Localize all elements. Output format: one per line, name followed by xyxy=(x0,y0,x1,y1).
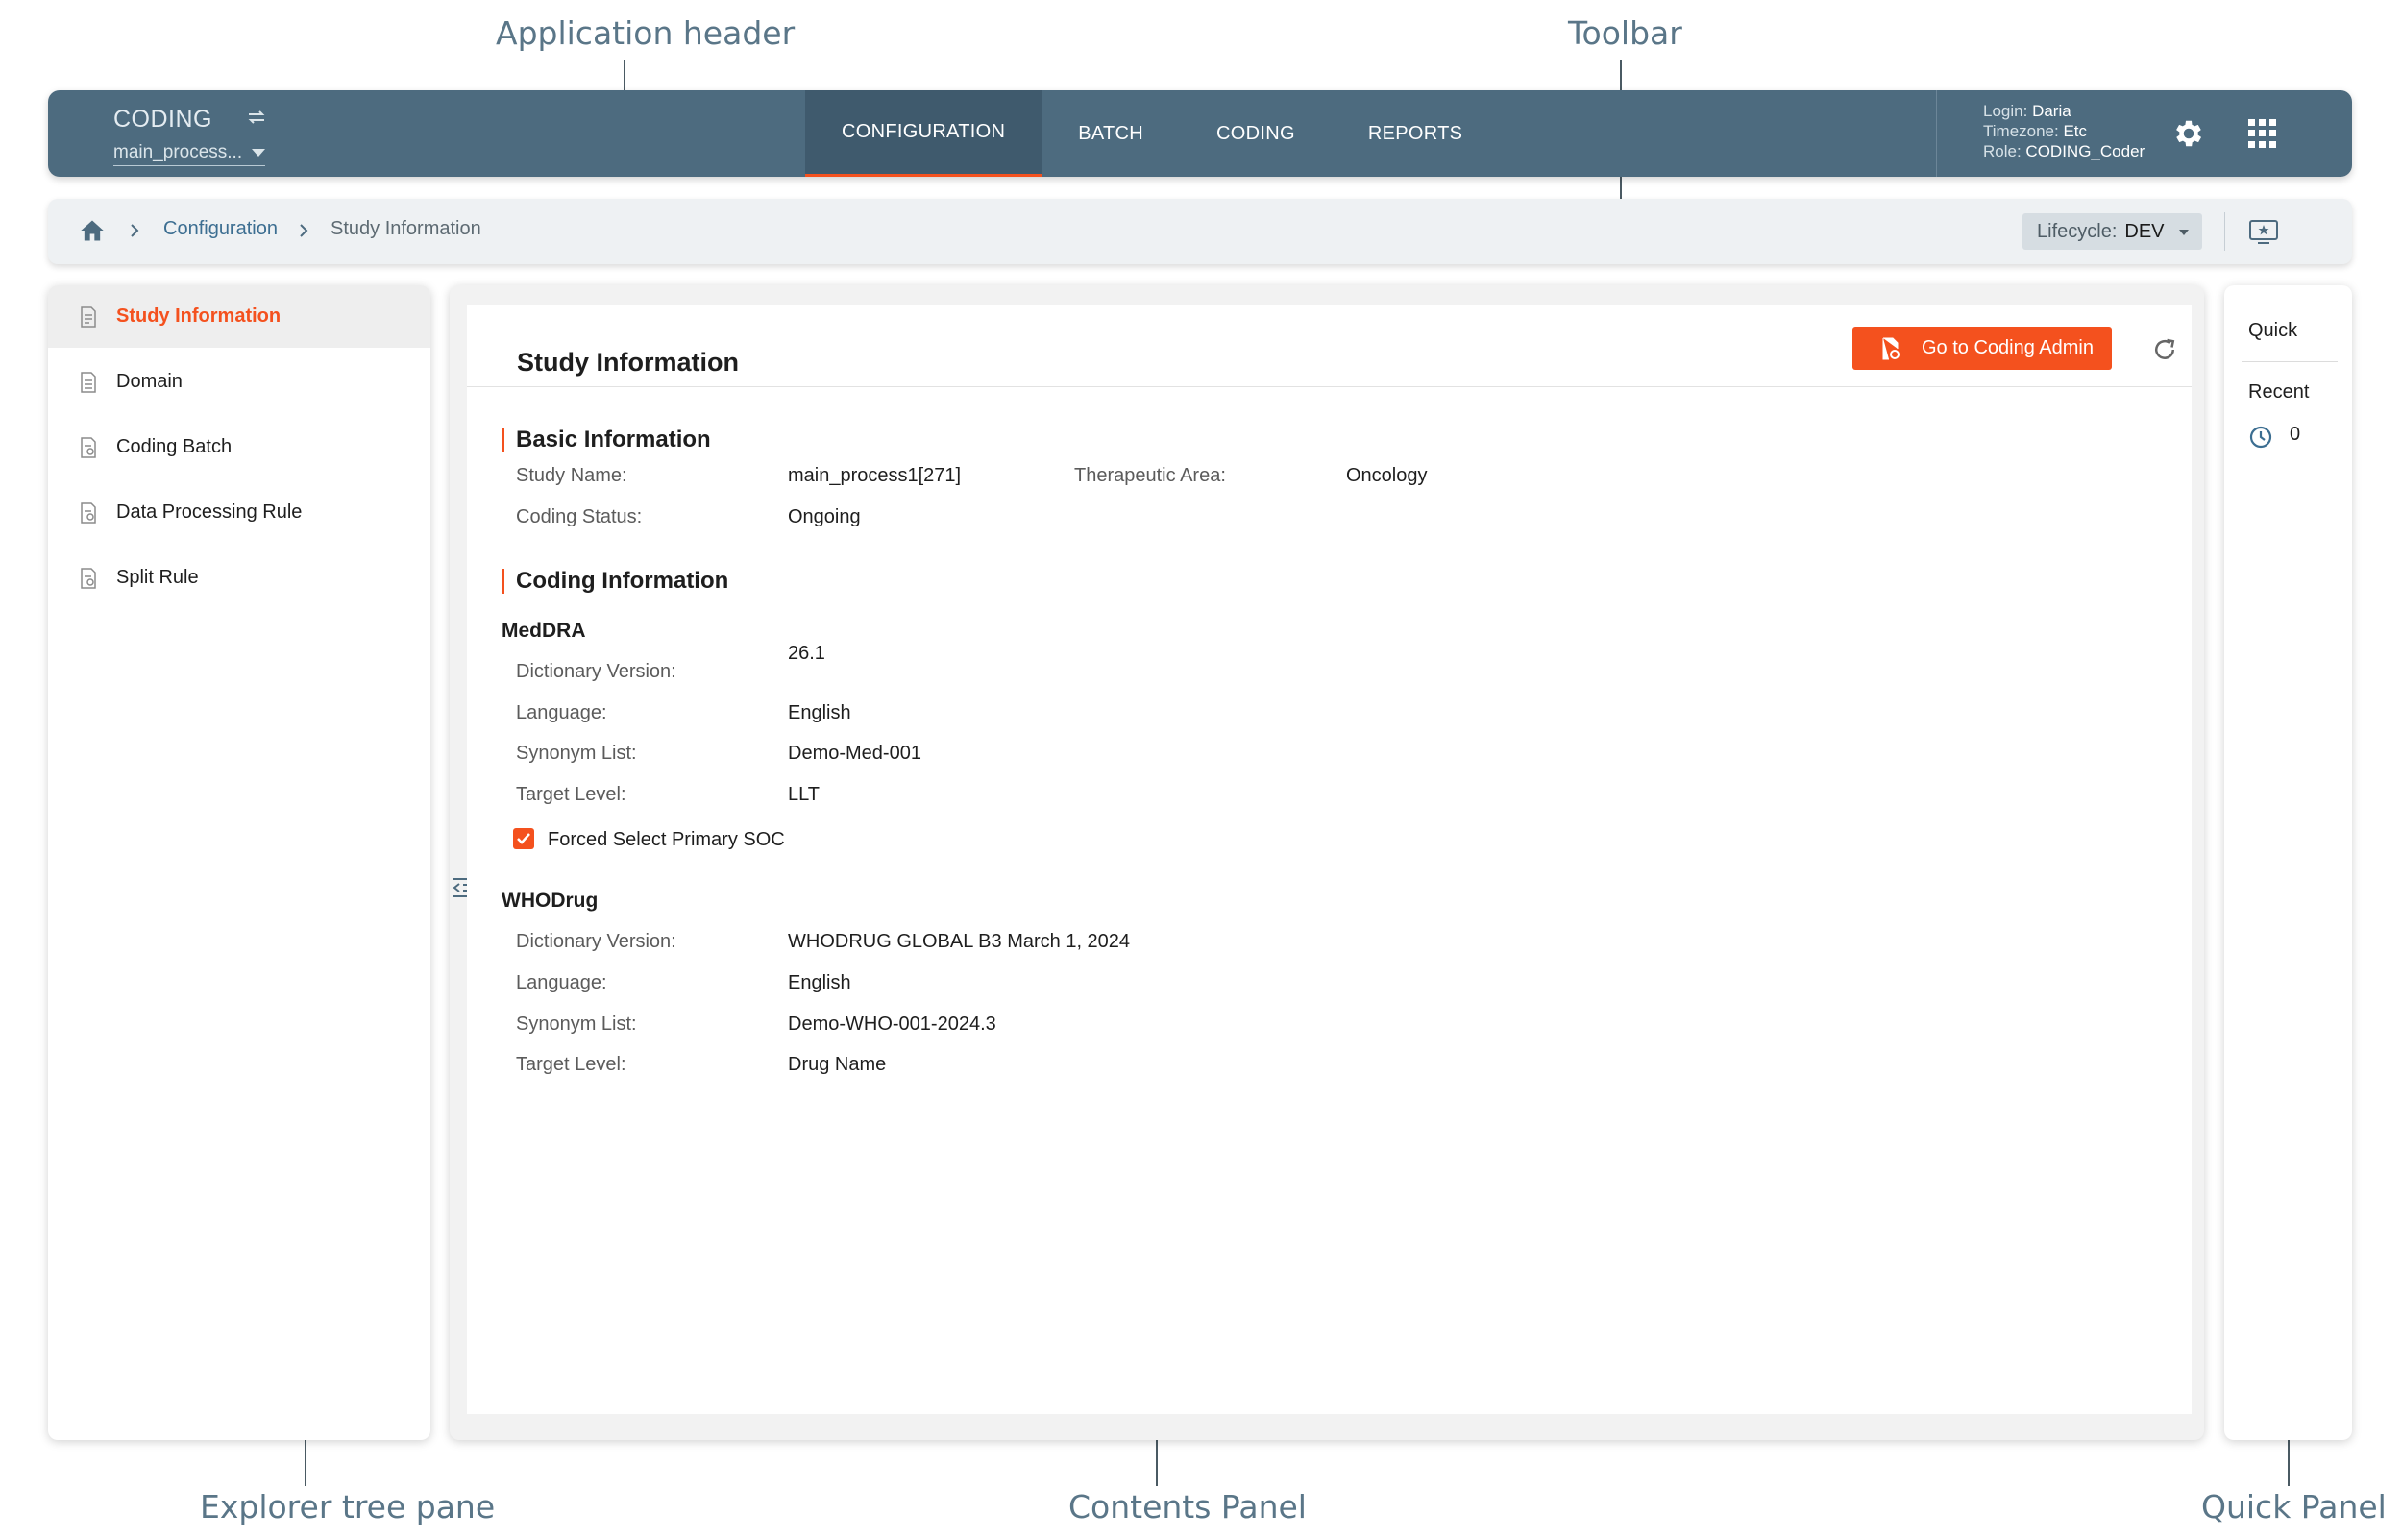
annotation-contents-panel: Contents Panel xyxy=(1068,1488,1307,1526)
whodrug-target-level-label: Target Level: xyxy=(516,1054,626,1075)
timezone-value: Etc xyxy=(2063,122,2088,140)
study-name-label: Study Name: xyxy=(516,465,627,486)
document-settings-icon xyxy=(81,436,96,458)
coding-status-label: Coding Status: xyxy=(516,506,643,527)
annotation-quick-panel: Quick Panel xyxy=(2201,1488,2387,1526)
meddra-target-level-label: Target Level: xyxy=(516,784,626,805)
quick-panel: Quick Recent 0 xyxy=(2224,285,2352,1440)
gear-icon[interactable] xyxy=(2171,116,2206,151)
tab-batch[interactable]: BATCH xyxy=(1042,90,1180,177)
coding-status-value: Ongoing xyxy=(788,506,861,527)
whodrug-target-level-value: Drug Name xyxy=(788,1054,887,1075)
meddra-synonym-list-value: Demo-Med-001 xyxy=(788,743,921,764)
timezone-label: Timezone: xyxy=(1983,122,2059,140)
app-name: CODING xyxy=(113,106,212,133)
study-selector-label: main_process... xyxy=(113,142,243,162)
tree-item-label: Split Rule xyxy=(116,567,199,588)
quick-tab[interactable]: Quick xyxy=(2248,320,2297,342)
role-label: Role: xyxy=(1983,142,2022,160)
annotation-explorer-tree-pane: Explorer tree pane xyxy=(200,1488,496,1526)
login-label: Login: xyxy=(1983,102,2028,120)
chevron-right-icon xyxy=(300,224,308,237)
main-nav: CONFIGURATION BATCH CODING REPORTS xyxy=(805,90,1499,177)
clock-icon xyxy=(2249,426,2272,449)
go-to-coding-admin-button[interactable]: Go to Coding Admin xyxy=(1852,327,2112,370)
therapeutic-area-value: Oncology xyxy=(1346,465,1428,486)
study-selector[interactable]: main_process... xyxy=(113,142,266,166)
lifecycle-value: DEV xyxy=(2124,221,2165,242)
chevron-down-icon xyxy=(2179,230,2189,235)
document-settings-icon xyxy=(81,567,96,589)
tree-item-coding-batch[interactable]: Coding Batch xyxy=(48,416,430,478)
whodrug-synonym-list-label: Synonym List: xyxy=(516,1014,637,1035)
meddra-dictionary-version-value: 26.1 xyxy=(788,643,825,664)
forced-select-primary-soc-label: Forced Select Primary SOC xyxy=(548,829,785,850)
swap-icon[interactable] xyxy=(245,106,268,129)
login-value: Daria xyxy=(2032,102,2071,120)
whodrug-language-value: English xyxy=(788,972,851,993)
user-info: Login: Daria Timezone: Etc Role: CODING_… xyxy=(1936,90,2145,177)
meddra-synonym-list-label: Synonym List: xyxy=(516,743,637,764)
home-icon[interactable] xyxy=(79,217,106,244)
explorer-tree-pane: Study Information Domain Coding Batch Da… xyxy=(48,285,430,1440)
present-icon[interactable] xyxy=(2248,218,2279,245)
tab-configuration[interactable]: CONFIGURATION xyxy=(805,90,1042,177)
application-header: CODING main_process... CONFIGURATION BAT… xyxy=(48,90,2352,177)
tree-item-label: Domain xyxy=(116,371,183,392)
chevron-right-icon xyxy=(131,224,139,237)
document-gear-icon xyxy=(1882,337,1900,359)
study-name-value: main_process1[271] xyxy=(788,465,962,486)
chevron-down-icon xyxy=(252,148,266,157)
role-value: CODING_Coder xyxy=(2025,142,2145,160)
annotation-toolbar: Toolbar xyxy=(1568,14,1682,52)
tree-item-label: Coding Batch xyxy=(116,436,233,457)
therapeutic-area-label: Therapeutic Area: xyxy=(1074,465,1226,486)
contents-panel: Study Information Go to Coding Admin Bas… xyxy=(450,285,2204,1440)
toolbar-divider xyxy=(2224,212,2225,251)
apps-grid-icon[interactable] xyxy=(2248,119,2277,148)
recent-count: 0 xyxy=(2290,424,2301,445)
tree-item-label: Data Processing Rule xyxy=(116,501,303,523)
section-coding-information: Coding Information xyxy=(502,569,728,594)
whodrug-dictionary-version-value: WHODRUG GLOBAL B3 March 1, 2024 xyxy=(788,931,1131,952)
breadcrumb-configuration[interactable]: Configuration xyxy=(163,218,278,240)
document-settings-icon xyxy=(81,501,96,524)
contents-body: Study Information Go to Coding Admin Bas… xyxy=(467,305,2192,1414)
forced-select-primary-soc-checkbox[interactable] xyxy=(513,828,534,849)
section-basic-information: Basic Information xyxy=(502,428,711,452)
recent-tab[interactable]: Recent xyxy=(2248,381,2309,403)
tree-item-split-rule[interactable]: Split Rule xyxy=(48,547,430,609)
annotation-application-header: Application header xyxy=(496,14,796,52)
tab-coding[interactable]: CODING xyxy=(1180,90,1332,177)
page-title: Study Information xyxy=(517,348,739,377)
meddra-target-level-value: LLT xyxy=(788,784,820,805)
whodrug-language-label: Language: xyxy=(516,972,607,993)
meddra-language-label: Language: xyxy=(516,702,607,723)
go-to-coding-admin-label: Go to Coding Admin xyxy=(1922,337,2094,358)
quick-divider xyxy=(2242,361,2338,362)
breadcrumb-study-information: Study Information xyxy=(331,218,481,239)
document-icon xyxy=(81,306,96,328)
meddra-title: MedDRA xyxy=(502,620,586,642)
tree-item-label: Study Information xyxy=(116,306,282,327)
refresh-icon[interactable] xyxy=(2150,335,2179,364)
whodrug-dictionary-version-label: Dictionary Version: xyxy=(516,931,676,952)
tree-item-data-processing-rule[interactable]: Data Processing Rule xyxy=(48,481,430,544)
lifecycle-select[interactable]: Lifecycle: DEV xyxy=(2022,213,2202,250)
whodrug-title: WHODrug xyxy=(502,890,599,912)
tree-item-study-information[interactable]: Study Information xyxy=(48,285,430,348)
lifecycle-label: Lifecycle: xyxy=(2037,221,2118,242)
meddra-dictionary-version-label: Dictionary Version: xyxy=(516,661,676,682)
document-list-icon xyxy=(81,371,96,393)
meddra-language-value: English xyxy=(788,702,851,723)
tab-reports[interactable]: REPORTS xyxy=(1332,90,1499,177)
whodrug-synonym-list-value: Demo-WHO-001-2024.3 xyxy=(788,1014,996,1035)
title-divider xyxy=(467,386,2192,387)
tree-item-domain[interactable]: Domain xyxy=(48,351,430,413)
toolbar: Configuration Study Information Lifecycl… xyxy=(48,199,2352,264)
